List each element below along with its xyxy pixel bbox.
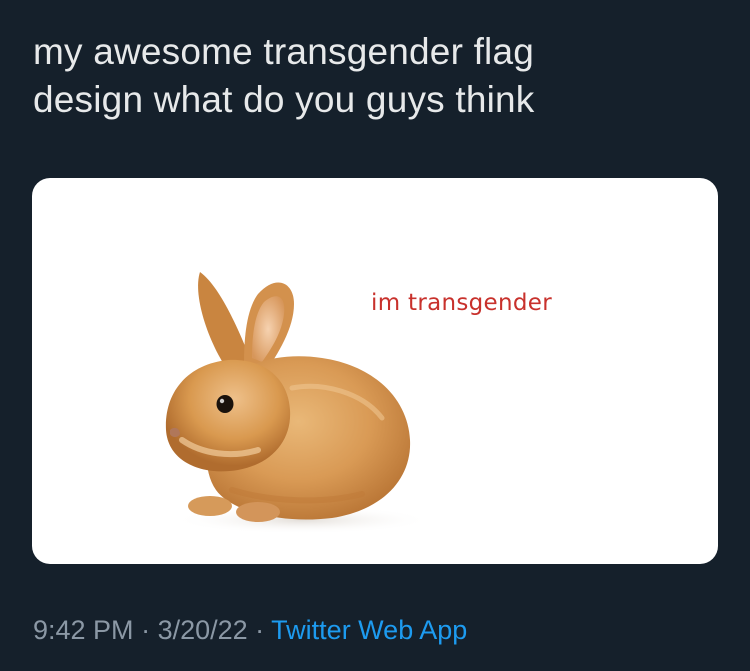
- tweet-text-line-1: my awesome transgender flag: [33, 31, 535, 72]
- tweet-meta: 9:42 PM · 3/20/22 · Twitter Web App: [33, 613, 467, 647]
- tweet-text: my awesome transgender flag design what …: [33, 28, 723, 124]
- bunny-illustration: [165, 272, 432, 534]
- image-caption: im transgender: [371, 290, 552, 316]
- separator-dot: ·: [133, 615, 158, 645]
- tweet-time[interactable]: 9:42 PM: [33, 615, 134, 645]
- tweet-text-line-2: design what do you guys think: [33, 79, 535, 120]
- tweet-date[interactable]: 3/20/22: [158, 615, 248, 645]
- separator-dot: ·: [247, 615, 272, 645]
- tweet-media-image[interactable]: im transgender: [32, 178, 718, 564]
- tweet-source-link[interactable]: Twitter Web App: [271, 615, 467, 645]
